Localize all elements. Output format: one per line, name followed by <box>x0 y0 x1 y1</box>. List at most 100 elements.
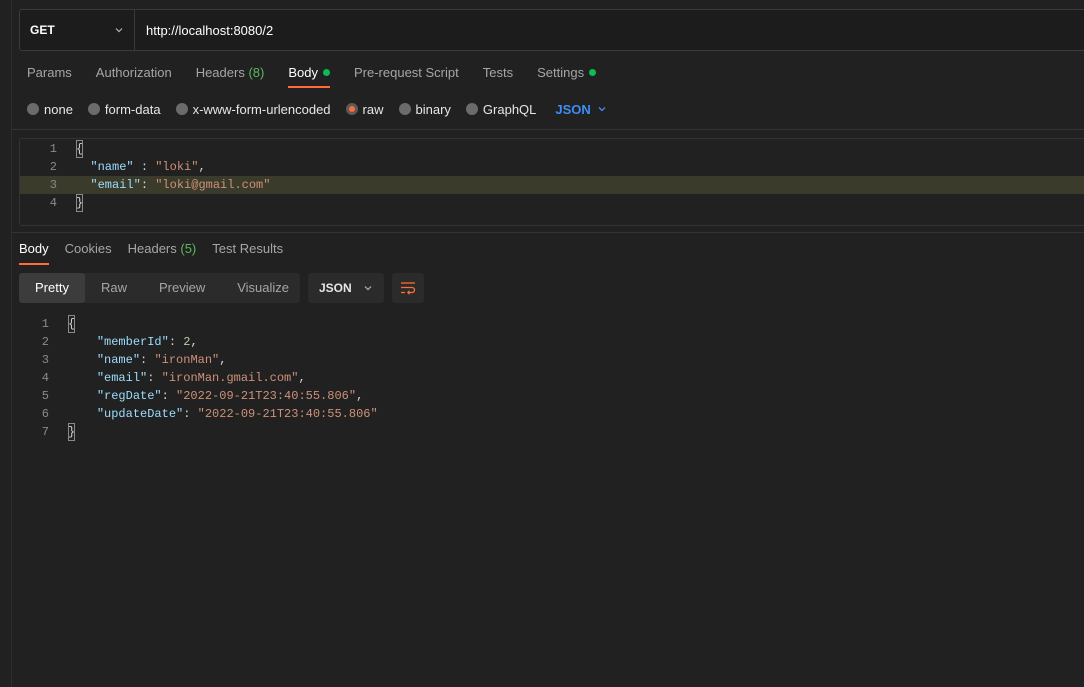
code-line: 1{ <box>12 315 76 333</box>
radio-button-icon <box>175 103 188 115</box>
tab-label: Authorization <box>95 65 172 80</box>
tab-authorization[interactable]: Authorization <box>96 62 172 86</box>
json-key: "memberId" <box>96 335 169 349</box>
tab-response-body[interactable]: Body <box>19 240 49 265</box>
radio-label: binary <box>415 101 451 117</box>
tab-response-headers[interactable]: Headers (5) <box>128 240 197 262</box>
tab-params[interactable]: Params <box>27 62 72 86</box>
headers-count: (5) <box>180 241 197 256</box>
json-value: "loki@gmail.com" <box>155 178 271 192</box>
tab-label: Body <box>288 65 318 80</box>
radio-graphql[interactable]: GraphQL <box>465 101 537 117</box>
json-key: "updateDate" <box>96 407 184 421</box>
code-line: 6 "updateDate": "2022-09-21T23:40:55.806… <box>12 405 378 423</box>
line-number: 2 <box>41 335 49 349</box>
line-number: 3 <box>49 178 57 192</box>
wrap-lines-icon <box>401 282 416 295</box>
tab-label: Params <box>27 65 72 80</box>
tab-tests[interactable]: Tests <box>483 62 513 86</box>
response-format-label: JSON <box>319 281 352 295</box>
tab-label: Test Results <box>212 241 284 256</box>
radio-x-www-form-urlencoded[interactable]: x-www-form-urlencoded <box>175 101 331 117</box>
response-format-select[interactable]: JSON <box>308 273 384 303</box>
view-mode-group: Pretty Raw Preview Visualize <box>19 273 300 303</box>
radio-button-icon <box>398 103 411 115</box>
code-line: 4 "email": "ironMan.gmail.com", <box>12 369 306 387</box>
radio-label: x-www-form-urlencoded <box>192 101 331 117</box>
json-comma: , <box>298 371 306 385</box>
json-separator: : <box>140 353 155 367</box>
json-separator: : <box>133 160 156 174</box>
tab-label: Headers <box>127 241 177 256</box>
json-key: "email" <box>90 178 141 192</box>
url-input[interactable] <box>135 10 1084 50</box>
chevron-down-icon <box>364 286 372 291</box>
json-separator: : <box>147 371 162 385</box>
radio-label: GraphQL <box>482 101 537 117</box>
line-number: 7 <box>41 425 49 439</box>
radio-binary[interactable]: binary <box>398 101 451 117</box>
tab-label: Headers <box>195 65 245 80</box>
body-format-label: JSON <box>555 101 591 117</box>
body-format-select[interactable]: JSON <box>555 102 606 117</box>
chevron-down-icon <box>598 107 606 112</box>
response-tabs: Body Cookies Headers (5) Test Results <box>19 240 299 265</box>
tab-label: Body <box>19 241 49 256</box>
json-value: "2022-09-21T23:40:55.806" <box>176 389 357 403</box>
radio-button-icon <box>27 103 39 115</box>
divider <box>12 232 1084 233</box>
settings-indicator-dot <box>589 69 597 76</box>
json-key: "name" <box>90 160 134 174</box>
tab-cookies[interactable]: Cookies <box>65 240 112 262</box>
method-select[interactable]: GET <box>20 10 135 50</box>
json-value: "ironMan" <box>154 353 220 367</box>
tab-label: Tests <box>482 65 514 80</box>
tab-label: Settings <box>537 65 585 80</box>
line-number: 1 <box>41 317 49 331</box>
open-brace: { <box>68 315 76 333</box>
radio-button-checked-icon <box>345 103 358 115</box>
line-number: 4 <box>41 371 49 385</box>
json-value: 2 <box>183 335 191 349</box>
method-label: GET <box>30 23 55 37</box>
radio-button-icon <box>87 103 100 115</box>
code-line-highlighted: 3 "email": "loki@gmail.com" <box>20 176 1084 194</box>
radio-button-icon <box>465 103 478 115</box>
tab-test-results[interactable]: Test Results <box>212 240 283 262</box>
code-line: 7} <box>12 423 76 441</box>
view-visualize-button[interactable]: Visualize <box>221 273 305 303</box>
json-separator: : <box>161 389 177 403</box>
code-line: 2 "memberId": 2, <box>12 333 198 351</box>
open-brace: { <box>76 140 84 158</box>
json-value: "ironMan.gmail.com" <box>161 371 299 385</box>
tab-pre-request-script[interactable]: Pre-request Script <box>354 62 459 86</box>
code-line: 5 "regDate": "2022-09-21T23:40:55.806", <box>12 387 363 405</box>
radio-label: raw <box>362 101 384 117</box>
json-separator: : <box>140 178 156 192</box>
json-value: "2022-09-21T23:40:55.806" <box>197 407 378 421</box>
radio-label: form-data <box>104 101 161 117</box>
view-pretty-button[interactable]: Pretty <box>19 273 85 303</box>
tab-body[interactable]: Body <box>288 62 330 88</box>
request-body-editor[interactable]: 1{ 2 "name" : "loki", 3 "email": "loki@g… <box>19 138 1084 226</box>
wrap-lines-button[interactable] <box>392 273 424 303</box>
radio-none[interactable]: none <box>27 102 73 117</box>
line-number: 1 <box>49 142 57 156</box>
line-number: 6 <box>41 407 49 421</box>
json-key: "regDate" <box>96 389 162 403</box>
tab-headers[interactable]: Headers (8) <box>196 62 265 86</box>
json-key: "email" <box>96 371 148 385</box>
view-preview-button[interactable]: Preview <box>143 273 221 303</box>
close-brace: } <box>76 194 84 212</box>
radio-form-data[interactable]: form-data <box>87 101 161 117</box>
line-number: 4 <box>49 196 57 210</box>
radio-raw[interactable]: raw <box>345 101 384 117</box>
code-line: 4} <box>20 194 84 212</box>
tab-label: Pre-request Script <box>353 65 459 80</box>
chevron-down-icon <box>115 28 123 33</box>
body-indicator-dot <box>322 69 330 76</box>
request-url-bar: GET <box>19 9 1084 51</box>
tab-settings[interactable]: Settings <box>537 62 597 86</box>
view-raw-button[interactable]: Raw <box>85 273 143 303</box>
line-number: 5 <box>41 389 49 403</box>
